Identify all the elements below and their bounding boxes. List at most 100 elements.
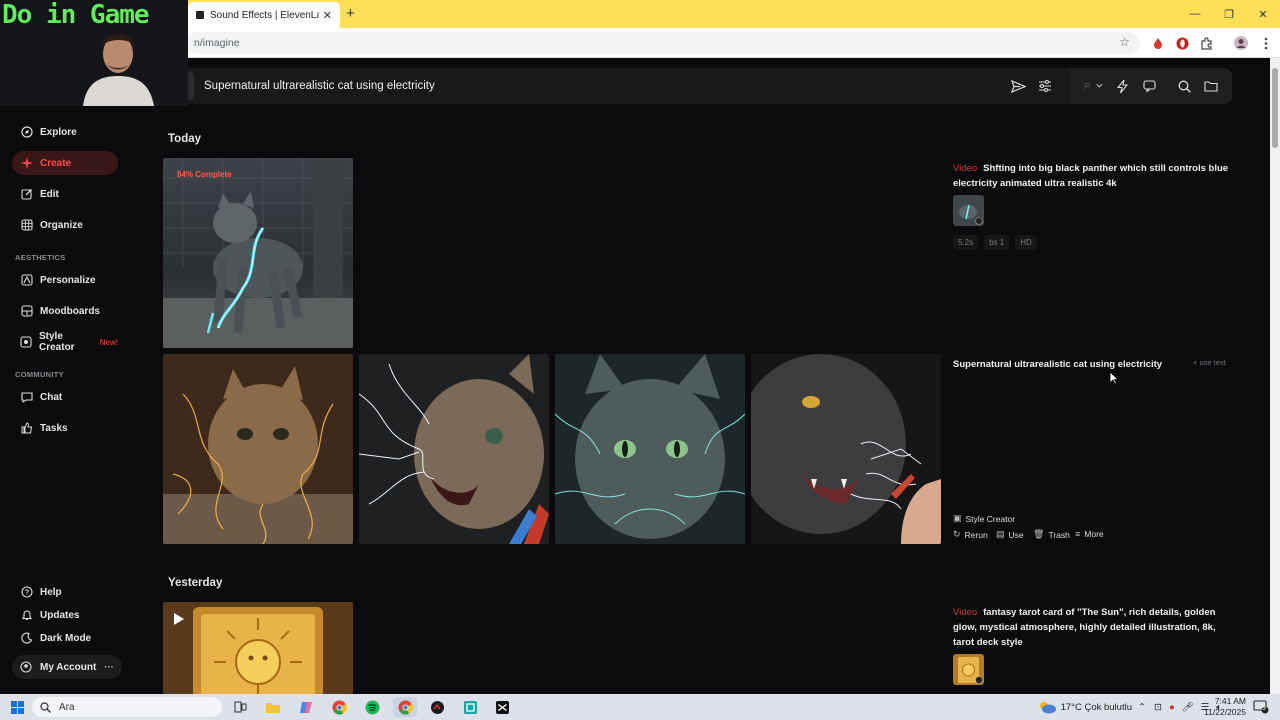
- file-explorer-icon[interactable]: [262, 697, 284, 717]
- record-icon[interactable]: ●: [1169, 702, 1175, 713]
- use-button[interactable]: ▤ Use: [996, 529, 1024, 540]
- rerun-label: Rerun: [964, 529, 988, 540]
- job-prompt-video: Video Shfting into big black panther whic…: [953, 161, 1233, 191]
- use-label: Use: [1008, 529, 1024, 540]
- sidebar-item-label: Help: [40, 586, 62, 598]
- windows-start-icon[interactable]: [6, 697, 28, 717]
- account-button[interactable]: My Account ···: [12, 655, 122, 679]
- rerun-button[interactable]: ↻ Rerun: [953, 529, 988, 540]
- sidebar-item-dark-mode[interactable]: Dark Mode: [12, 626, 118, 650]
- weather-text[interactable]: 17°C Çok bulutlu: [1061, 702, 1132, 713]
- sidebar-item-help[interactable]: ? Help: [12, 580, 118, 604]
- sidebar-item-label: Tasks: [40, 422, 68, 434]
- batch-chip: bs 1: [984, 235, 1010, 250]
- sidebar-item-organize[interactable]: Organize: [12, 213, 118, 237]
- personalize-icon: [20, 274, 33, 287]
- prompt-input[interactable]: Supernatural ultrarealistic cat using el…: [204, 68, 435, 104]
- generated-image-1[interactable]: [163, 354, 353, 544]
- mic-icon[interactable]: 🎤︎: [1182, 702, 1194, 713]
- style-creator-link[interactable]: ▣ Style Creator: [953, 513, 1015, 524]
- spotify-icon[interactable]: [361, 697, 383, 717]
- chrome-active-icon[interactable]: [393, 697, 417, 717]
- job-thumbnail[interactable]: [953, 654, 984, 685]
- page-scrollbar[interactable]: [1270, 58, 1280, 694]
- minimize-button[interactable]: —: [1178, 0, 1212, 28]
- sidebar-item-updates[interactable]: Updates: [12, 603, 118, 627]
- use-text-button[interactable]: + use text: [1193, 358, 1226, 367]
- compass-icon: [20, 126, 33, 139]
- sidebar-item-tasks[interactable]: Tasks: [12, 416, 118, 440]
- generated-video-cat-walking[interactable]: 84% Complete: [163, 158, 353, 348]
- lightning-icon[interactable]: [1112, 76, 1132, 96]
- trash-label: Trash: [1048, 529, 1070, 540]
- address-bar[interactable]: n/imagine ☆: [186, 32, 1140, 54]
- scrollbar-thumb[interactable]: [1272, 68, 1278, 148]
- settings-sliders-icon[interactable]: [1035, 76, 1055, 96]
- more-button[interactable]: ≡ More: [1075, 529, 1104, 539]
- browser-menu-icon[interactable]: [1256, 33, 1276, 53]
- send-icon[interactable]: [1008, 76, 1028, 96]
- clock-date: 11/22/2025: [1204, 707, 1246, 717]
- message-icon[interactable]: [1139, 76, 1159, 96]
- generated-image-2[interactable]: [359, 354, 549, 544]
- copilot-icon[interactable]: [295, 697, 317, 717]
- play-icon[interactable]: [173, 612, 185, 626]
- notification-icon[interactable]: 9: [1250, 697, 1272, 717]
- chevron-up-icon[interactable]: ⌃: [1138, 702, 1146, 713]
- sidebar-item-moodboards[interactable]: Moodboards: [12, 299, 118, 323]
- extension-drop-icon[interactable]: [1148, 33, 1168, 53]
- system-clock[interactable]: 7:41 AM 11/22/2025: [1204, 696, 1246, 718]
- restore-button[interactable]: ❐: [1212, 0, 1246, 28]
- url-text: n/imagine: [194, 37, 240, 49]
- aesthetics-header: AESTHETICS: [15, 253, 66, 262]
- sidebar-item-create[interactable]: Create: [12, 151, 118, 175]
- capcut-icon[interactable]: [491, 697, 513, 717]
- browser-tab[interactable]: Sound Effects | ElevenLabs ✕: [188, 2, 340, 28]
- tab-close-button[interactable]: ✕: [323, 9, 332, 22]
- generated-video-tarot[interactable]: [163, 602, 353, 694]
- palette-icon: [20, 336, 32, 349]
- sidebar-item-label: Dark Mode: [40, 632, 92, 644]
- taskbar-search[interactable]: Ara: [32, 697, 222, 717]
- progress-badge: 84% Complete: [177, 170, 232, 179]
- weather-icon[interactable]: [1037, 700, 1057, 714]
- sidebar-item-personalize[interactable]: Personalize: [12, 268, 118, 292]
- chrome-icon[interactable]: [328, 697, 350, 717]
- sparkle-icon: [20, 157, 33, 170]
- extensions-puzzle-icon[interactable]: [1196, 33, 1216, 53]
- task-view-icon[interactable]: [229, 697, 251, 717]
- bookmark-star-icon[interactable]: ☆: [1119, 35, 1130, 49]
- more-label: More: [1084, 529, 1104, 539]
- window-controls: — ❐ ✕: [1178, 0, 1280, 28]
- sidebar-item-label: Edit: [40, 188, 59, 200]
- account-more-button[interactable]: ···: [104, 662, 114, 673]
- sidebar-item-label: Organize: [40, 219, 83, 231]
- new-tab-button[interactable]: +: [346, 5, 355, 22]
- profile-avatar-icon[interactable]: [1231, 33, 1251, 53]
- sidebar-item-style-creator[interactable]: Style Creator New!: [12, 330, 118, 354]
- opera-extension-icon[interactable]: [1172, 33, 1192, 53]
- prompt-bar: Supernatural ultrarealistic cat using el…: [160, 68, 1232, 104]
- app-recorder-icon[interactable]: [426, 697, 448, 717]
- parameter-dropdown-icon[interactable]: P: [1084, 76, 1104, 96]
- app-teal-icon[interactable]: [459, 697, 481, 717]
- sidebar-item-chat[interactable]: Chat: [12, 385, 118, 409]
- sidebar-item-label: Create: [40, 157, 72, 169]
- help-icon: ?: [20, 586, 33, 599]
- thumb-icon: [20, 422, 33, 435]
- clock-time: 7:41 AM: [1214, 696, 1246, 706]
- streamer-image: [78, 24, 158, 106]
- generated-image-3[interactable]: [555, 354, 745, 544]
- close-window-button[interactable]: ✕: [1246, 0, 1280, 28]
- job-prompt-tarot: Video fantasy tarot card of "The Sun", ri…: [953, 605, 1233, 650]
- generated-image-4[interactable]: [751, 354, 941, 544]
- moon-icon: [20, 632, 33, 645]
- sidebar-item-edit[interactable]: Edit: [12, 182, 118, 206]
- network-icon[interactable]: ⊡: [1154, 702, 1162, 713]
- search-icon[interactable]: [1174, 76, 1194, 96]
- job-thumbnail[interactable]: [953, 195, 984, 226]
- video-tag: Video: [953, 607, 978, 618]
- folder-icon[interactable]: [1201, 76, 1221, 96]
- sidebar-item-explore[interactable]: Explore: [12, 120, 118, 144]
- trash-button[interactable]: 🗑 Trash: [1033, 529, 1070, 540]
